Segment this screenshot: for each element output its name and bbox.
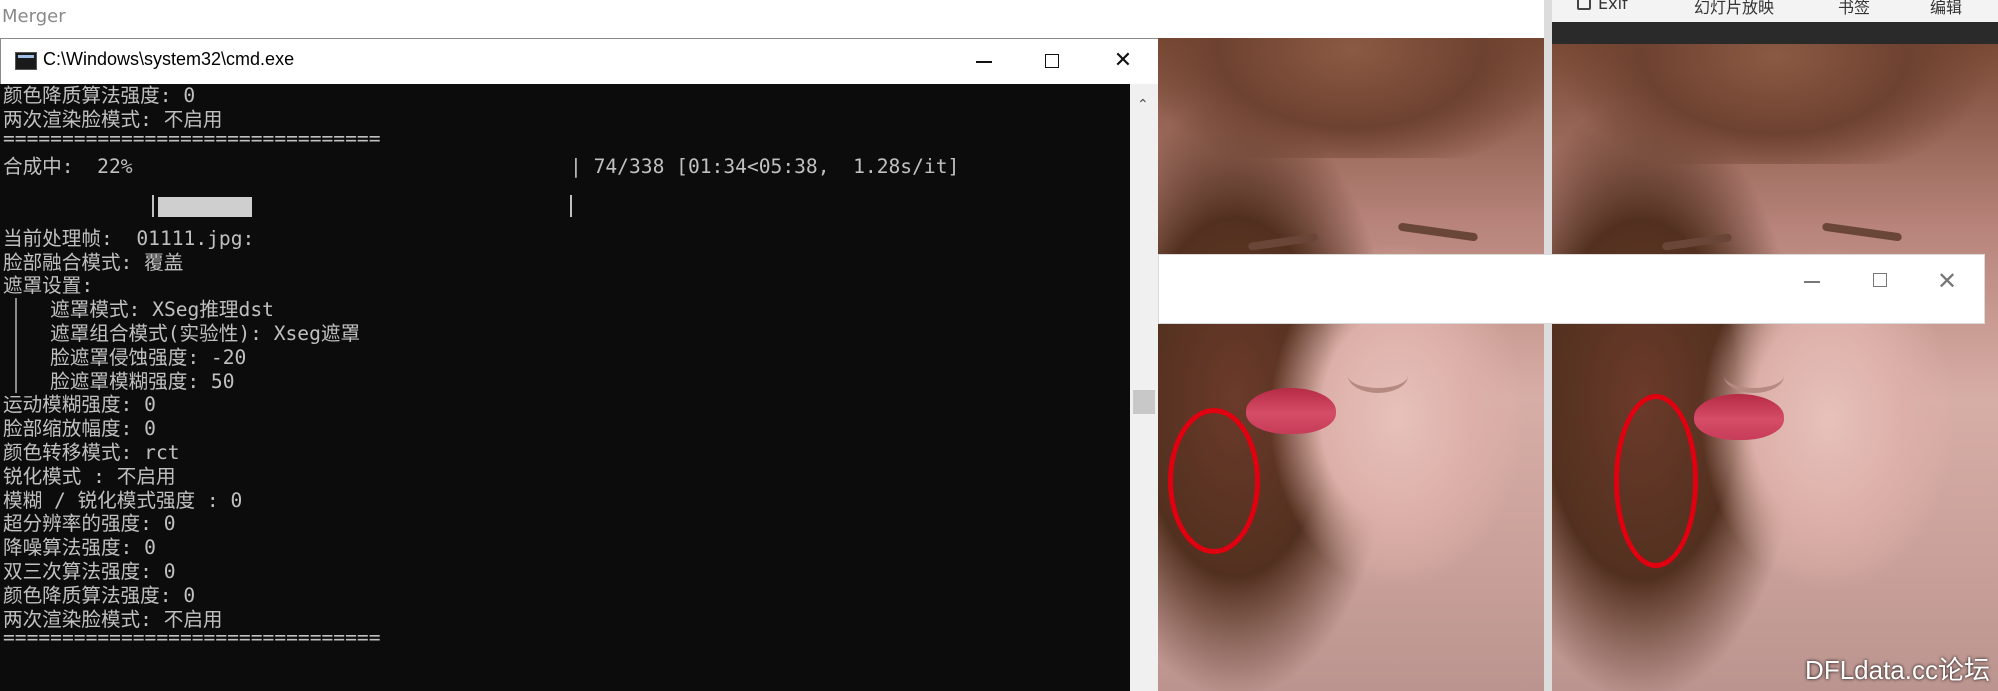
console-line: 双三次算法强度: 0 [3, 560, 176, 583]
progress-stats: | 74/338 [01:34<05:38, 1.28s/it] [570, 155, 960, 179]
cmd-scrollbar[interactable]: ⌃ [1130, 84, 1158, 691]
cmd-title-text: C:\Windows\system32\cmd.exe [43, 49, 295, 69]
cmd-title-bar[interactable]: C:\Windows\system32\cmd.exe ✕ [0, 38, 1158, 84]
close-button[interactable]: ✕ [1917, 263, 1977, 299]
maximize-button[interactable] [1851, 263, 1911, 299]
preview-image-left [1158, 38, 1544, 691]
console-line: 降噪算法强度: 0 [3, 536, 156, 560]
console-line: 脸遮罩模糊强度: 50 [3, 369, 235, 393]
scrollbar-thumb[interactable] [1133, 390, 1155, 414]
console-line: 运动模糊强度: 0 [3, 393, 156, 417]
console-separator: ================================ [3, 126, 381, 150]
console-line: 遮罩组合模式(实验性): Xseg遮罩 [3, 322, 361, 345]
panel-divider [1544, 0, 1552, 691]
console-line: 颜色降质算法强度: 0 [3, 583, 196, 607]
console-line: 超分辨率的强度: 0 [3, 512, 176, 536]
merger-window-title: Merger [0, 0, 1552, 38]
toolbar-edit[interactable]: 编辑 [1930, 0, 1962, 18]
console-separator: ================================ [3, 626, 381, 650]
minimize-button[interactable] [1782, 263, 1842, 299]
toolbar-bookmarks[interactable]: 书签 [1838, 0, 1870, 18]
console-line: 遮罩模式: XSeg推理dst [3, 298, 274, 322]
progress-bar-fill [158, 197, 252, 217]
console-line: 颜色降质算法强度: 0 [3, 84, 196, 107]
console-icon [15, 52, 37, 70]
console-line: 模糊 / 锐化模式强度 : 0 [3, 488, 243, 512]
preview-image-right [1552, 44, 1998, 691]
highlight-ring [1168, 408, 1260, 554]
watermark-text: DFLdata.cc论坛 [1805, 655, 1990, 685]
progress-bar [152, 195, 572, 217]
image-viewer-toolbar: Exif 幻灯片放映 书签 编辑 [1552, 0, 1998, 22]
scroll-up-icon[interactable]: ⌃ [1137, 98, 1149, 112]
progress-label: 合成中: 22% [3, 155, 133, 179]
highlight-ring [1614, 394, 1698, 568]
console-line: 锐化模式 : 不启用 [3, 464, 176, 488]
console-line: 当前处理帧: 01111.jpg: [3, 226, 255, 250]
maximize-button[interactable] [1018, 39, 1086, 85]
floating-window[interactable]: ✕ [1158, 254, 1985, 324]
console-line: 脸部缩放幅度: 0 [3, 417, 156, 441]
console-line: 颜色转移模式: rct [3, 441, 180, 464]
minimize-button[interactable] [949, 39, 1017, 85]
console-line: 脸遮罩侵蚀强度: -20 [3, 345, 247, 369]
console-line: 脸部融合模式: 覆盖 [3, 250, 184, 274]
toolbar-exif[interactable]: Exif [1598, 0, 1628, 13]
toolbar-slideshow[interactable]: 幻灯片放映 [1694, 0, 1774, 18]
console-line: 遮罩设置: [3, 274, 94, 298]
close-button[interactable]: ✕ [1089, 39, 1157, 85]
console-output: 颜色降质算法强度: 0 两次渲染脸模式: 不启用 ===============… [0, 84, 1130, 691]
checkbox-icon[interactable] [1577, 0, 1591, 10]
cmd-window: C:\Windows\system32\cmd.exe ✕ 颜色降质算法强度: … [0, 38, 1158, 691]
image-viewer-toolbar-shade [1552, 22, 1998, 44]
